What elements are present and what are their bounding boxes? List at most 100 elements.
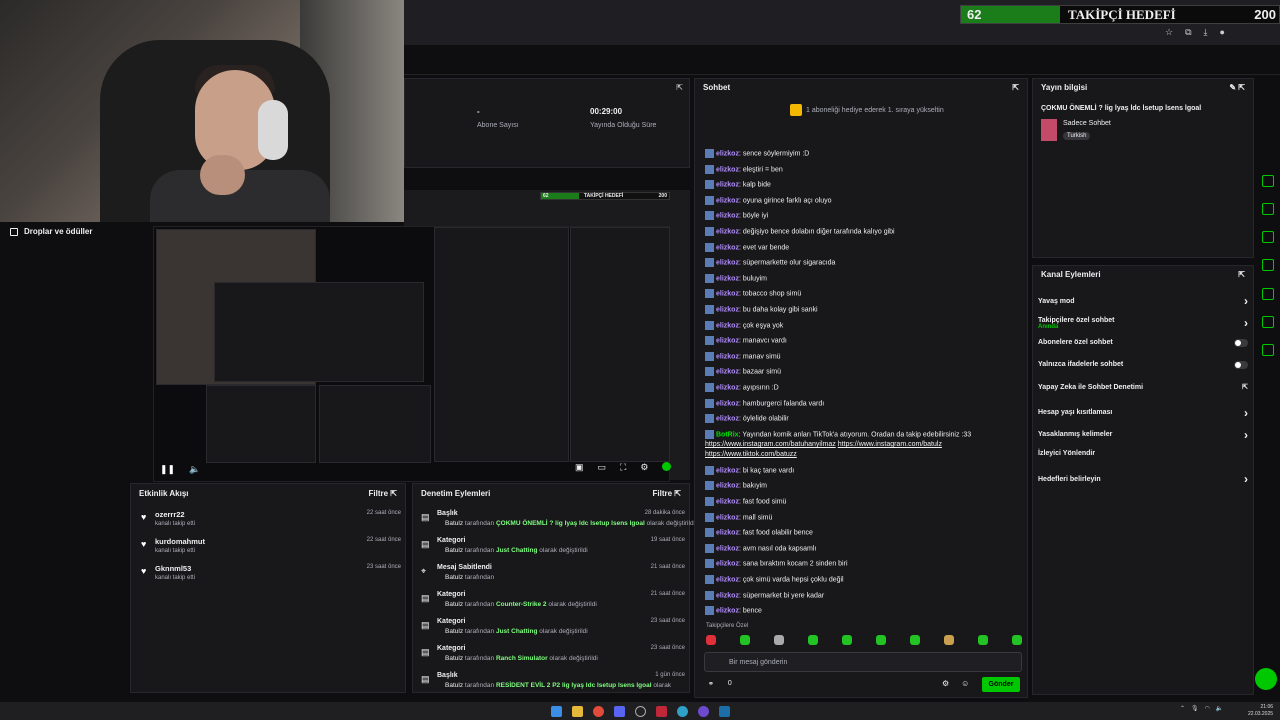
activity-filter-button[interactable]: Filtre: [369, 489, 389, 498]
activity-user[interactable]: kurdomahmut: [155, 537, 401, 546]
popout-icon[interactable]: ⇱: [390, 489, 397, 498]
windows-start-icon[interactable]: [550, 705, 562, 717]
download-icon[interactable]: ⤓: [1204, 27, 1208, 38]
chat-username[interactable]: elizkoz: [716, 182, 739, 189]
popout-icon[interactable]: ⇱: [1238, 83, 1245, 92]
rail-tool-icon[interactable]: [1262, 288, 1274, 300]
chat-username[interactable]: elizkoz: [716, 561, 739, 568]
chat-username[interactable]: elizkoz: [716, 166, 739, 173]
chat-username[interactable]: elizkoz: [716, 592, 739, 599]
rail-tool-icon[interactable]: [1262, 344, 1274, 356]
steam-icon[interactable]: [718, 705, 730, 717]
toggle-switch[interactable]: [1234, 360, 1248, 369]
edge-icon[interactable]: [676, 705, 688, 717]
moderation-user[interactable]: Batulz: [445, 601, 463, 608]
channel-action-item[interactable]: İzleyici Yönlendir: [1038, 450, 1248, 457]
chat-username[interactable]: elizkoz: [716, 483, 739, 490]
chat-username[interactable]: elizkoz: [716, 244, 739, 251]
chat-username[interactable]: elizkoz: [716, 545, 739, 552]
emote-icon[interactable]: [978, 635, 988, 645]
rail-tool-icon[interactable]: [1262, 259, 1274, 271]
chat-username[interactable]: elizkoz: [716, 467, 739, 474]
chat-username[interactable]: elizkoz: [716, 291, 739, 298]
file-explorer-icon[interactable]: [571, 705, 583, 717]
fullscreen-icon[interactable]: ⛶: [620, 462, 626, 473]
rail-tool-icon[interactable]: [1262, 86, 1274, 98]
emote-icon[interactable]: [842, 635, 852, 645]
pause-icon[interactable]: ❚❚: [160, 464, 175, 475]
tag-badge[interactable]: Turkish: [1063, 132, 1091, 140]
channel-action-item[interactable]: Yavaş mod ›: [1038, 294, 1248, 308]
chat-username[interactable]: elizkoz: [716, 384, 739, 391]
settings-icon[interactable]: ⚙: [942, 679, 949, 688]
moderation-user[interactable]: Batulz: [445, 655, 463, 662]
gift-banner[interactable]: 1 aboneliği hediye ederek 1. sıraya yüks…: [790, 104, 944, 116]
activity-user[interactable]: ozerrr22: [155, 510, 401, 519]
channel-action-item[interactable]: Yasaklanmış kelimeler ›: [1038, 428, 1248, 442]
bot-link[interactable]: https://www.tiktok.com/batuzz: [705, 451, 797, 458]
drops-label[interactable]: Droplar ve ödüller: [10, 227, 92, 236]
volume-icon[interactable]: 🔈: [1216, 705, 1223, 712]
bot-link[interactable]: https://www.instagram.com/batuhanyilmaz: [705, 441, 836, 448]
chat-username[interactable]: elizkoz: [716, 514, 739, 521]
theater-icon[interactable]: ▭: [598, 462, 607, 473]
popout-icon[interactable]: ⇱: [674, 489, 681, 498]
moderation-user[interactable]: Batulz: [445, 628, 463, 635]
emote-icon[interactable]: [1012, 635, 1022, 645]
channel-action-item[interactable]: Yalnızca ifadelerle sohbet: [1038, 360, 1248, 369]
chat-username[interactable]: elizkoz: [716, 213, 739, 220]
rail-tool-icon[interactable]: [1262, 148, 1274, 160]
send-button[interactable]: Gönder: [982, 677, 1020, 692]
emote-icon[interactable]: [808, 635, 818, 645]
channel-action-item[interactable]: Yapay Zeka ile Sohbet Denetimi ⇱: [1038, 383, 1248, 392]
bot-link[interactable]: https://www.instagram.com/batulz: [838, 441, 942, 448]
channel-action-item[interactable]: Hedefleri belirleyin ›: [1038, 472, 1248, 486]
chat-username[interactable]: elizkoz: [716, 530, 739, 537]
chat-username[interactable]: elizkoz: [716, 275, 739, 282]
chat-username[interactable]: elizkoz: [716, 353, 739, 360]
chat-username[interactable]: elizkoz: [716, 306, 739, 313]
opera-icon[interactable]: [655, 705, 667, 717]
rail-tool-icon[interactable]: [1262, 316, 1274, 328]
bot-username[interactable]: BotRix: [716, 431, 739, 438]
moderation-filter-button[interactable]: Filtre: [653, 489, 673, 498]
chrome-icon[interactable]: [592, 705, 604, 717]
mic-icon[interactable]: 🎙: [1191, 705, 1199, 712]
moderation-user[interactable]: Batulz: [445, 547, 463, 554]
extensions-icon[interactable]: ⧉: [1185, 27, 1191, 38]
emote-icon[interactable]: [910, 635, 920, 645]
chat-username[interactable]: elizkoz: [716, 576, 739, 583]
emote-icon[interactable]: [944, 635, 954, 645]
volume-icon[interactable]: 🔈: [189, 464, 200, 475]
chat-username[interactable]: elizkoz: [716, 228, 739, 235]
rail-tool-icon[interactable]: [1262, 175, 1274, 187]
chat-username[interactable]: elizkoz: [716, 608, 739, 615]
chat-username[interactable]: elizkoz: [716, 260, 739, 267]
chat-username[interactable]: elizkoz: [716, 498, 739, 505]
discord-icon[interactable]: [613, 705, 625, 717]
chat-username[interactable]: elizkoz: [716, 416, 739, 423]
activity-user[interactable]: Gknnml53: [155, 564, 401, 573]
rail-tool-icon[interactable]: [1262, 203, 1274, 215]
pip-icon[interactable]: ▣: [575, 462, 584, 473]
profile-icon[interactable]: ●: [1220, 27, 1225, 38]
star-icon[interactable]: ☆: [1165, 27, 1173, 38]
toggle-switch[interactable]: [1234, 338, 1248, 347]
app-icon[interactable]: [697, 705, 709, 717]
rail-tool-icon[interactable]: [1262, 231, 1274, 243]
emote-picker-icon[interactable]: ☺: [961, 679, 969, 688]
emote-icon[interactable]: [774, 635, 784, 645]
edit-icon[interactable]: ✎: [1229, 83, 1236, 92]
chat-username[interactable]: elizkoz: [716, 150, 739, 157]
channel-action-item[interactable]: Takipçilere özel sohbet Anında ›: [1038, 316, 1248, 330]
link-icon[interactable]: ⚭: [708, 680, 714, 688]
chat-username[interactable]: elizkoz: [716, 369, 739, 376]
chat-username[interactable]: elizkoz: [716, 322, 739, 329]
channel-action-item[interactable]: Abonelere özel sohbet: [1038, 338, 1248, 347]
chat-input[interactable]: Bir mesaj gönderin: [704, 652, 1022, 672]
moderation-user[interactable]: Batulz: [445, 574, 463, 581]
moderation-user[interactable]: Batulz: [445, 682, 463, 689]
chevron-up-icon[interactable]: ⌃: [1180, 705, 1185, 712]
emote-icon[interactable]: [876, 635, 886, 645]
support-chat-button[interactable]: [1255, 668, 1277, 690]
